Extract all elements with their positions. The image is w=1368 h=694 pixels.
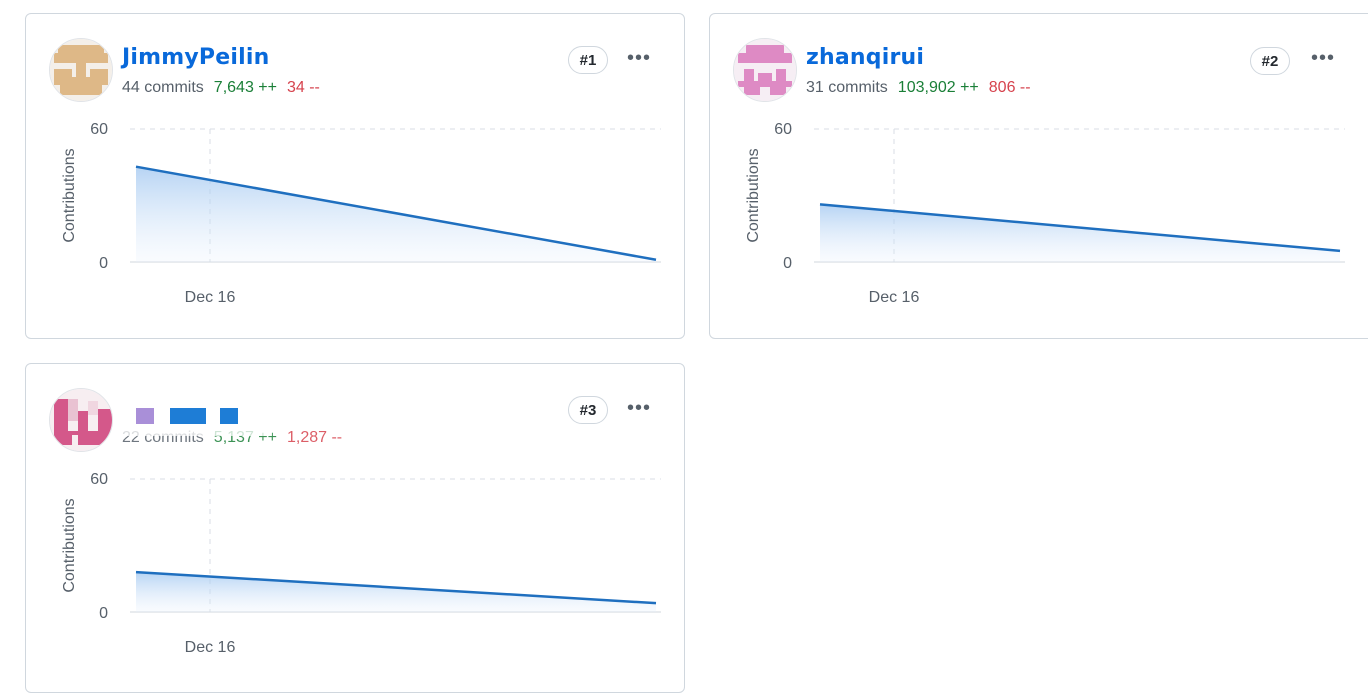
contributor-card: JimmyPeilin 44 commits 7,643 ++ 34 -- #1 •… xyxy=(25,13,685,339)
contributions-chart: 60 0 Dec 16 Contributions xyxy=(61,471,661,656)
x-tick-label: Dec 16 xyxy=(185,289,236,306)
y-tick-label: 60 xyxy=(90,121,108,138)
series-area xyxy=(136,572,656,612)
contributions-chart: 60 0 Dec 16 Contributions xyxy=(745,121,1345,306)
y-tick-label: 60 xyxy=(774,121,792,138)
y-axis-label: Contributions xyxy=(61,148,78,242)
series-area xyxy=(820,204,1340,262)
y-tick-label: 60 xyxy=(90,471,108,488)
contributor-card: 22 commits 5,137 ++ 1,287 -- #3 ••• 60 0 Dec… xyxy=(25,363,685,693)
y-axis-label: Contributions xyxy=(745,148,762,242)
contributions-chart: 60 0 Dec 16 Contributions xyxy=(61,121,661,306)
y-tick-label: 0 xyxy=(99,605,108,622)
y-tick-label: 0 xyxy=(783,255,792,272)
x-tick-label: Dec 16 xyxy=(185,639,236,656)
y-axis-label: Contributions xyxy=(61,498,78,592)
contributor-card: zhanqirui 31 commits 103,902 ++ 806 -- #2 … xyxy=(709,13,1368,339)
y-tick-label: 0 xyxy=(99,255,108,272)
x-tick-label: Dec 16 xyxy=(869,289,920,306)
